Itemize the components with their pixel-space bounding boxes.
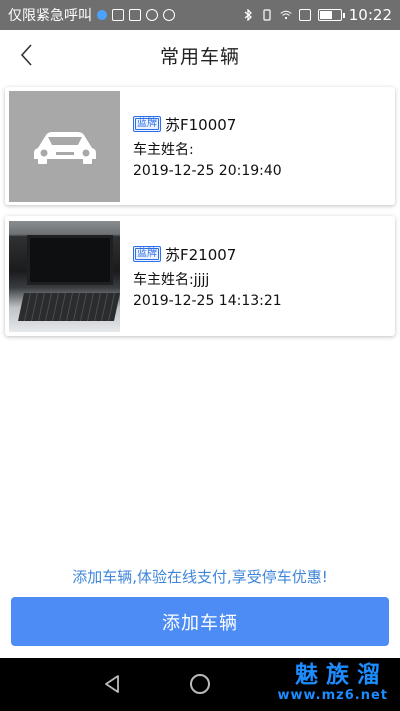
plate-number: 苏F10007: [165, 115, 237, 134]
blocked-icon: [146, 9, 158, 21]
shield-dot-icon: [97, 10, 107, 20]
plate-row: 蓝牌 苏F10007: [133, 114, 282, 135]
circle-home-icon[interactable]: [190, 674, 210, 694]
vehicle-info: 蓝牌 苏F10007 车主姓名: 2019-12-25 20:19:40: [133, 114, 282, 179]
wifi-icon: [280, 10, 292, 20]
status-right: 10:22: [242, 6, 392, 24]
status-left: 仅限紧急呼叫: [8, 5, 175, 25]
sim-icon: [112, 9, 124, 21]
vehicle-card[interactable]: 蓝牌 苏F21007 车主姓名:jjjj 2019-12-25 14:13:21: [5, 216, 395, 336]
image-icon: [129, 9, 141, 21]
added-datetime: 2019-12-25 20:19:40: [133, 162, 282, 179]
plate-row: 蓝牌 苏F21007: [133, 244, 282, 265]
page-title: 常用车辆: [159, 45, 240, 68]
vehicle-card[interactable]: 蓝牌 苏F10007 车主姓名: 2019-12-25 20:19:40: [5, 87, 395, 205]
photo-laptop-screen: [27, 234, 113, 285]
owner-name: 车主姓名:: [133, 141, 194, 158]
plate-number: 苏F21007: [165, 245, 237, 264]
battery-fill: [319, 11, 332, 19]
photo-laptop-keyboard: [18, 292, 120, 321]
battery-icon: [317, 9, 345, 21]
vehicle-info: 蓝牌 苏F21007 车主姓名:jjjj 2019-12-25 14:13:21: [133, 244, 282, 309]
promo-text: 添加车辆,体验在线支付,享受停车优惠!: [72, 568, 328, 586]
data-icon: [298, 9, 311, 21]
triangle-back-icon[interactable]: [102, 674, 122, 694]
plate-type-badge: 蓝牌: [133, 246, 161, 262]
watermark: 魅族溜 www.mz6.net: [277, 662, 388, 704]
chevron-left-icon: [20, 44, 32, 66]
status-bar: 仅限紧急呼叫 10:22: [0, 0, 400, 30]
vehicle-thumbnail: [9, 90, 120, 202]
car-placeholder-icon: [33, 132, 96, 164]
vehicle-photo: [9, 220, 120, 332]
added-datetime: 2019-12-25 14:13:21: [133, 292, 282, 309]
clock: 10:22: [348, 6, 392, 24]
settings-icon: [163, 9, 175, 21]
app-header: 常用车辆: [0, 30, 400, 80]
vibrate-icon: [263, 9, 271, 21]
system-nav-bar: 魅族溜 www.mz6.net: [0, 658, 400, 711]
back-button[interactable]: [16, 41, 40, 69]
plate-type-badge: 蓝牌: [133, 116, 161, 132]
bluetooth-icon: [244, 9, 252, 21]
watermark-title: 魅族溜: [295, 662, 388, 688]
watermark-url: www.mz6.net: [277, 688, 388, 703]
add-vehicle-button[interactable]: 添加车辆: [11, 597, 389, 646]
owner-name: 车主姓名:jjjj: [133, 271, 210, 288]
carrier-text: 仅限紧急呼叫: [8, 8, 92, 24]
